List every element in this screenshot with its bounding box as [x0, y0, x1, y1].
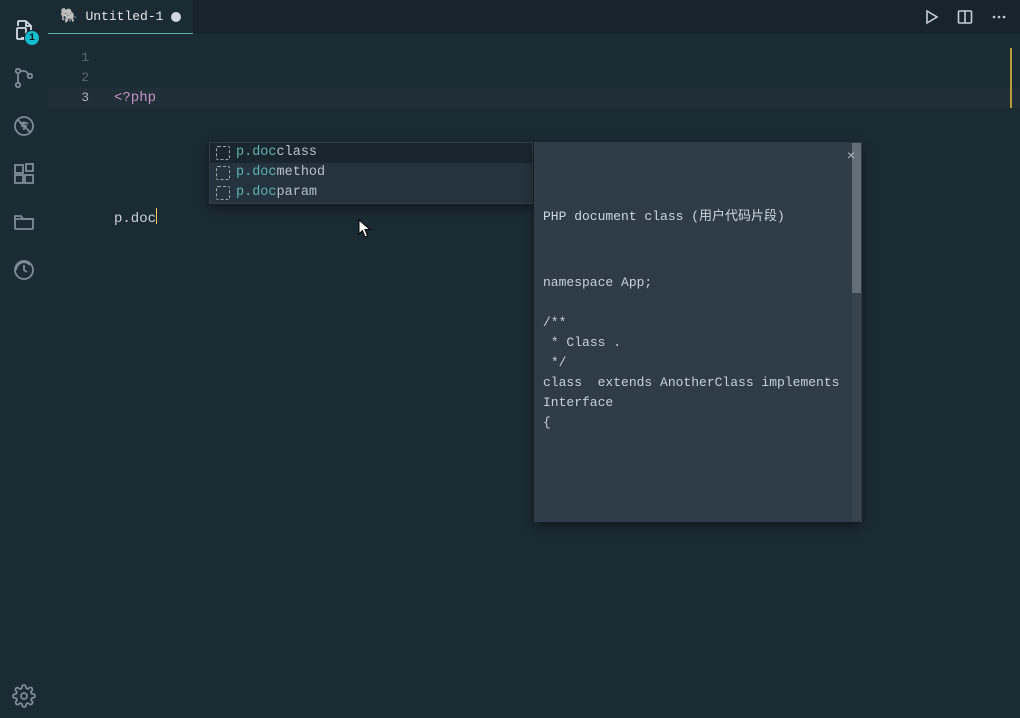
explorer-icon[interactable]: 1: [0, 6, 48, 54]
suggestion-widget[interactable]: p.docclass p.docmethod p.docparam: [209, 142, 533, 204]
suggestion-details: × PHP document class (用户代码片段) namespace …: [534, 142, 862, 522]
run-icon[interactable]: [914, 0, 948, 34]
overview-ruler: [1010, 48, 1012, 108]
line-number: 2: [48, 68, 89, 88]
extensions-icon[interactable]: [0, 150, 48, 198]
suggestion-item[interactable]: p.docclass: [210, 143, 532, 163]
activity-bar: 1: [0, 0, 48, 718]
suggestion-details-header: PHP document class (用户代码片段): [543, 207, 851, 227]
line-number: 1: [48, 48, 89, 68]
suggestion-details-body: namespace App; /** * Class . */ class ex…: [543, 273, 851, 433]
settings-gear-icon[interactable]: [0, 674, 48, 718]
split-editor-icon[interactable]: [948, 0, 982, 34]
editor-actions: [914, 0, 1020, 33]
text-cursor: [156, 208, 157, 224]
refresh-icon[interactable]: [0, 246, 48, 294]
snippet-icon: [216, 186, 230, 200]
snippet-icon: [216, 146, 230, 160]
explorer-badge: 1: [24, 30, 40, 46]
suggestion-label: p.docclass: [236, 143, 317, 163]
more-actions-icon[interactable]: [982, 0, 1016, 34]
suggestion-item[interactable]: p.docmethod: [210, 163, 532, 183]
suggestion-label: p.docmethod: [236, 163, 325, 183]
scrollbar-thumb[interactable]: [852, 143, 861, 293]
folder-icon[interactable]: [0, 198, 48, 246]
line-number: 3: [48, 88, 89, 108]
debug-disabled-icon[interactable]: [0, 102, 48, 150]
tab-dirty-indicator: [171, 12, 181, 22]
suggestion-label: p.docparam: [236, 183, 317, 203]
tab-title: Untitled-1: [85, 9, 163, 24]
tab-untitled[interactable]: 🐘 Untitled-1: [48, 0, 193, 34]
snippet-icon: [216, 166, 230, 180]
line-number-gutter: 1 2 3: [48, 48, 103, 108]
source-control-icon[interactable]: [0, 54, 48, 102]
editor-group: 🐘 Untitled-1 1 2 3 <?php p.doc: [48, 0, 1020, 718]
php-file-icon: 🐘: [60, 10, 77, 24]
tab-bar: 🐘 Untitled-1: [48, 0, 1020, 34]
code-editor[interactable]: 1 2 3 <?php p.doc p.docclass p.docmethod…: [48, 34, 1020, 718]
suggestion-item[interactable]: p.docparam: [210, 183, 532, 203]
code-text: p.doc: [114, 211, 156, 227]
code-text: <?php: [114, 90, 156, 106]
